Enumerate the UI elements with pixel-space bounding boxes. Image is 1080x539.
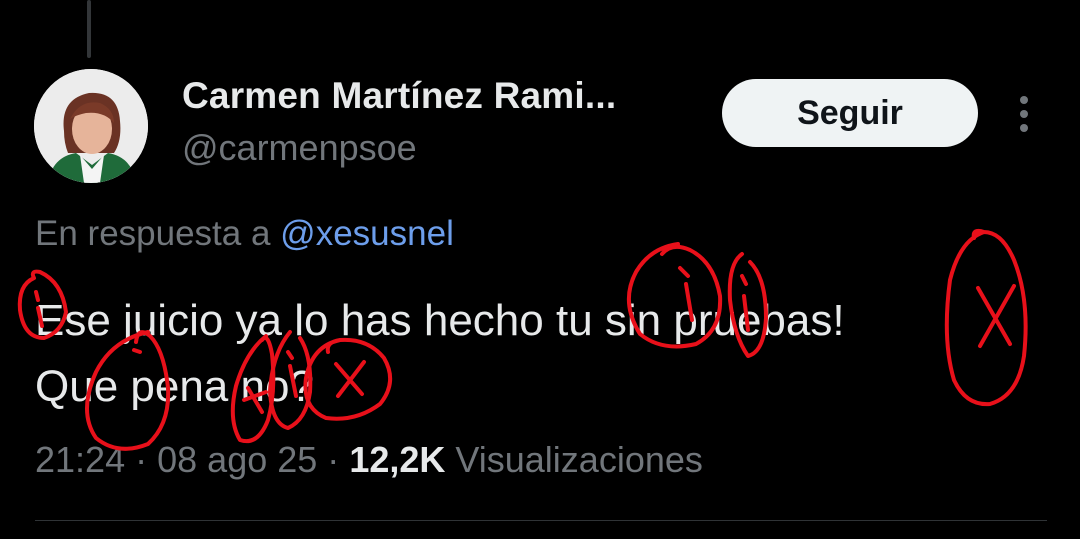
tweet-text-line-1: Ese juicio ya lo has hecho tu sin prueba… bbox=[35, 296, 845, 345]
tweet-time[interactable]: 21:24 bbox=[35, 439, 125, 480]
reply-prefix: En respuesta a bbox=[35, 214, 271, 253]
tweet-text: Ese juicio ya lo has hecho tu sin prueba… bbox=[35, 288, 1045, 420]
more-vertical-icon bbox=[1020, 96, 1028, 132]
meta-separator-2: · bbox=[327, 439, 340, 480]
tweet-date[interactable]: 08 ago 25 bbox=[157, 439, 317, 480]
views-label[interactable]: Visualizaciones bbox=[455, 439, 702, 480]
more-options-button[interactable] bbox=[1006, 94, 1042, 134]
meta-separator-1: · bbox=[135, 439, 148, 480]
reply-context: En respuesta a @xesusnel bbox=[35, 214, 454, 254]
tweet-text-line-2: Que pena no? bbox=[35, 362, 314, 411]
divider bbox=[35, 520, 1047, 521]
follow-button[interactable]: Seguir bbox=[722, 79, 978, 147]
author-handle[interactable]: @carmenpsoe bbox=[182, 127, 417, 169]
avatar[interactable] bbox=[34, 69, 148, 183]
avatar-photo bbox=[34, 69, 148, 183]
partial-action-icons-row bbox=[0, 0, 1080, 6]
reply-mention-link[interactable]: @xesusnel bbox=[280, 214, 454, 253]
thread-connector-line bbox=[87, 0, 91, 58]
author-name[interactable]: Carmen Martínez Rami... bbox=[182, 75, 616, 117]
views-count[interactable]: 12,2K bbox=[349, 439, 445, 480]
tweet-meta: 21:24 · 08 ago 25 · 12,2K Visualizacione… bbox=[35, 439, 703, 481]
